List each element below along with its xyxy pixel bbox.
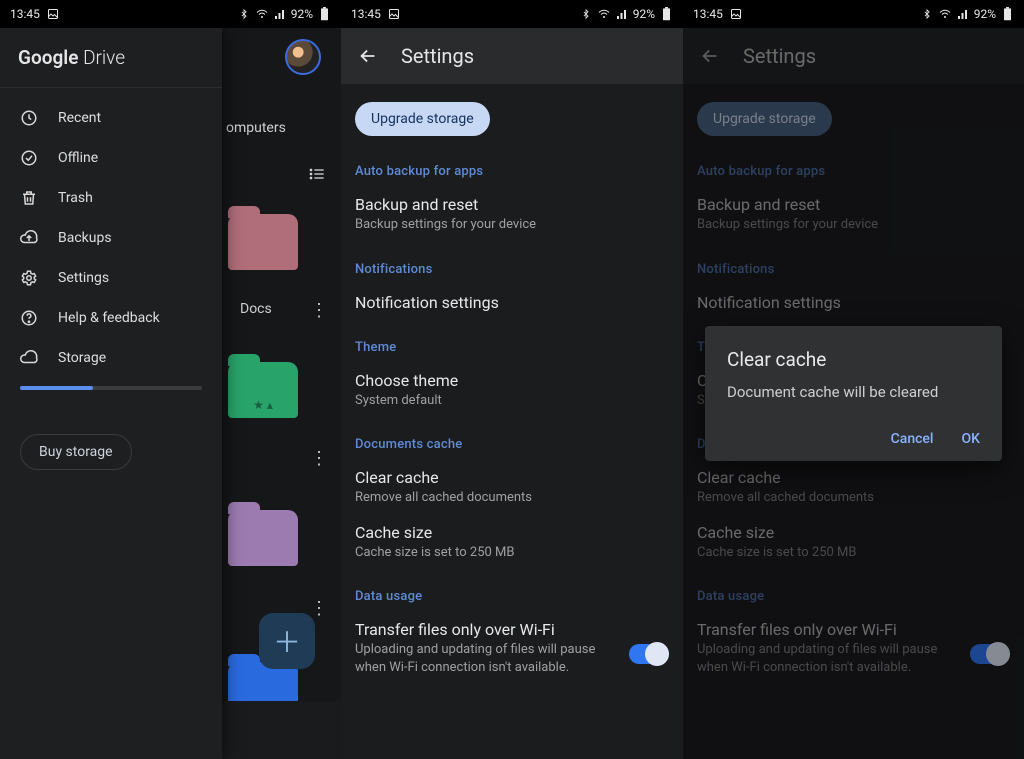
dialog-message: Document cache will be cleared bbox=[727, 383, 980, 401]
drawer-item-trash[interactable]: Trash bbox=[0, 178, 222, 218]
bluetooth-icon bbox=[237, 7, 251, 21]
image-icon bbox=[387, 7, 401, 21]
drawer-item-offline[interactable]: Offline bbox=[0, 138, 222, 178]
star-icon: ★ ▴ bbox=[253, 398, 273, 412]
signal-icon bbox=[273, 7, 287, 21]
battery-icon bbox=[659, 7, 673, 21]
status-battery: 92% bbox=[974, 7, 996, 21]
drawer-label: Settings bbox=[58, 270, 109, 286]
list-view-icon[interactable] bbox=[307, 166, 327, 186]
wifi-icon bbox=[597, 7, 611, 21]
row-clear-cache[interactable]: Clear cache Remove all cached documents bbox=[355, 468, 669, 507]
screen-drawer: 13:45 92% omputers Docs ⋮ ★ ▴ ⋮ ⋮ ＋ bbox=[0, 0, 341, 759]
drawer-label: Backups bbox=[58, 230, 112, 246]
status-time: 13:45 bbox=[351, 7, 381, 21]
more-icon[interactable]: ⋮ bbox=[310, 300, 328, 321]
image-icon bbox=[729, 7, 743, 21]
signal-icon bbox=[615, 7, 629, 21]
tab-computers[interactable]: omputers bbox=[226, 120, 286, 136]
app-bar: Settings bbox=[341, 28, 683, 84]
offline-icon bbox=[20, 149, 38, 167]
image-icon bbox=[46, 7, 60, 21]
buy-storage-button[interactable]: Buy storage bbox=[20, 434, 132, 470]
drawer-item-storage[interactable]: Storage bbox=[0, 338, 222, 378]
drawer-item-help[interactable]: Help & feedback bbox=[0, 298, 222, 338]
cloud-upload-icon bbox=[20, 229, 38, 247]
battery-icon bbox=[317, 7, 331, 21]
avatar[interactable] bbox=[285, 39, 321, 75]
wifi-only-toggle[interactable] bbox=[629, 644, 669, 664]
row-choose-theme[interactable]: Choose theme System default bbox=[355, 371, 669, 410]
drawer-label: Help & feedback bbox=[58, 310, 160, 326]
battery-icon bbox=[1000, 7, 1014, 21]
section-documents-cache: Documents cache bbox=[355, 437, 669, 452]
screen-settings: 13:45 92% Settings Upgrade storage Auto … bbox=[341, 0, 683, 759]
folder-item[interactable] bbox=[228, 214, 298, 270]
status-battery: 92% bbox=[291, 7, 313, 21]
new-button[interactable]: ＋ bbox=[259, 613, 315, 669]
gear-icon bbox=[20, 269, 38, 287]
back-icon[interactable] bbox=[357, 45, 379, 67]
drawer-label: Offline bbox=[58, 150, 98, 166]
navigation-drawer: Google Drive Recent Offline Trash Backup… bbox=[0, 28, 222, 759]
help-icon bbox=[20, 309, 38, 327]
status-bar: 13:45 92% bbox=[683, 0, 1024, 28]
dialog-title: Clear cache bbox=[727, 348, 980, 371]
cancel-button[interactable]: Cancel bbox=[891, 431, 934, 447]
drawer-label: Storage bbox=[58, 350, 106, 366]
row-notification-settings[interactable]: Notification settings bbox=[355, 293, 669, 312]
row-cache-size[interactable]: Cache size Cache size is set to 250 MB bbox=[355, 523, 669, 562]
drawer-item-recent[interactable]: Recent bbox=[0, 98, 222, 138]
clock-icon bbox=[20, 109, 38, 127]
signal-icon bbox=[956, 7, 970, 21]
trash-icon bbox=[20, 189, 38, 207]
section-auto-backup: Auto backup for apps bbox=[355, 164, 669, 179]
status-bar: 13:45 92% bbox=[0, 0, 341, 28]
drawer-item-settings[interactable]: Settings bbox=[0, 258, 222, 298]
bluetooth-icon bbox=[920, 7, 934, 21]
clear-cache-dialog: Clear cache Document cache will be clear… bbox=[705, 326, 1002, 461]
page-title: Settings bbox=[401, 44, 474, 68]
status-bar: 13:45 92% bbox=[341, 0, 683, 28]
row-wifi-only[interactable]: Transfer files only over Wi-Fi Uploading… bbox=[355, 620, 669, 676]
upgrade-storage-button[interactable]: Upgrade storage bbox=[355, 102, 490, 136]
more-icon[interactable]: ⋮ bbox=[310, 598, 328, 619]
section-data-usage: Data usage bbox=[355, 589, 669, 604]
status-time: 13:45 bbox=[693, 7, 723, 21]
folder-item[interactable] bbox=[228, 510, 298, 566]
status-time: 13:45 bbox=[10, 7, 40, 21]
section-notifications: Notifications bbox=[355, 262, 669, 277]
wifi-icon bbox=[938, 7, 952, 21]
drawer-item-backups[interactable]: Backups bbox=[0, 218, 222, 258]
row-backup-reset[interactable]: Backup and reset Backup settings for you… bbox=[355, 195, 669, 234]
storage-progress bbox=[20, 386, 202, 390]
cloud-icon bbox=[20, 349, 38, 367]
wifi-icon bbox=[255, 7, 269, 21]
ok-button[interactable]: OK bbox=[962, 431, 981, 447]
drawer-label: Recent bbox=[58, 110, 101, 126]
status-battery: 92% bbox=[633, 7, 655, 21]
drawer-label: Trash bbox=[58, 190, 93, 206]
folder-item[interactable]: ★ ▴ bbox=[228, 362, 298, 418]
folder-label: Docs bbox=[240, 301, 272, 317]
section-theme: Theme bbox=[355, 340, 669, 355]
bluetooth-icon bbox=[579, 7, 593, 21]
app-title: Google Drive bbox=[0, 28, 222, 88]
screen-settings-dialog: 13:45 92% Settings Upgrade storage Auto … bbox=[683, 0, 1024, 759]
more-icon[interactable]: ⋮ bbox=[310, 448, 328, 469]
